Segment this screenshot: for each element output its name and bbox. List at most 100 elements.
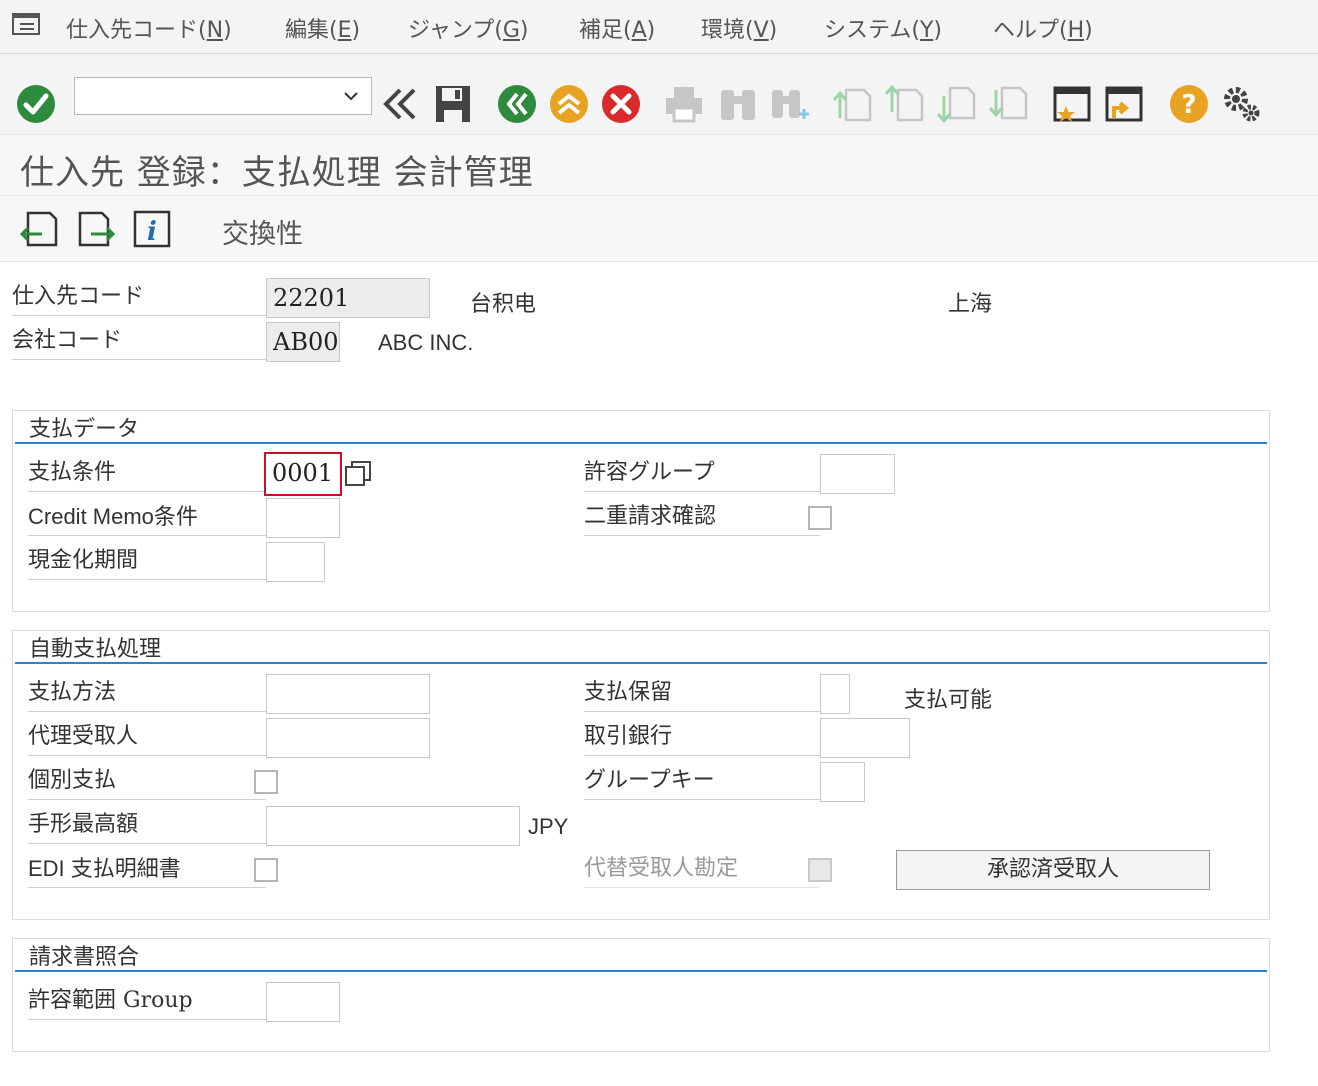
alt-payee-label: 代理受取人	[28, 722, 266, 756]
menu-end: )	[646, 18, 656, 43]
menu-system[interactable]: システム(Y)	[824, 12, 942, 44]
tolerance-field[interactable]	[266, 982, 340, 1022]
back-icon[interactable]	[497, 84, 537, 124]
alt-payee-doc-label: 代替受取人勘定	[584, 854, 820, 888]
menu-key: A	[631, 18, 647, 43]
credit-memo-label: Credit Memo条件	[28, 502, 266, 536]
title-bar: 仕入先 登録：支払処理 会計管理	[0, 134, 1318, 196]
menu-help[interactable]: ヘルプ(H)	[993, 12, 1093, 44]
company-field[interactable]: AB00	[266, 322, 340, 362]
command-field[interactable]	[74, 77, 372, 115]
menu-end: )	[351, 18, 361, 43]
exchange-button[interactable]: 交換性	[222, 212, 303, 251]
menu-list-icon[interactable]	[12, 12, 42, 36]
help-icon[interactable]: ?	[1169, 84, 1209, 124]
grouping-key-field[interactable]	[820, 762, 865, 802]
menu-environment[interactable]: 環境(V)	[701, 12, 777, 44]
previous-screen-icon[interactable]	[20, 210, 58, 248]
vendor-field[interactable]: 22201	[266, 278, 430, 318]
vendor-name: 台积电	[470, 292, 537, 317]
payment-block-field[interactable]	[820, 674, 850, 714]
menu-key: E	[337, 18, 352, 43]
menu-label: 編集(	[285, 18, 338, 43]
credit-memo-field[interactable]	[266, 498, 340, 538]
currency-label: JPY	[528, 814, 569, 839]
payment-block-text: 支払可能	[904, 688, 993, 713]
menu-end: )	[223, 18, 232, 43]
grouping-key-label: グループキー	[584, 766, 820, 800]
vendor-label: 仕入先コード	[12, 282, 266, 316]
tolerance-group-label: 許容グループ	[584, 458, 820, 492]
menu-key: G	[502, 18, 520, 43]
application-toolbar	[0, 196, 1318, 262]
menu-key: Y	[919, 18, 934, 43]
alt-payee-field[interactable]	[266, 718, 430, 758]
tolerance-group-field[interactable]	[820, 454, 895, 494]
svg-text:i: i	[147, 217, 157, 247]
company-label: 会社コード	[12, 326, 266, 360]
menu-end: )	[1084, 18, 1093, 43]
page-title: 仕入先 登録：支払処理 会計管理	[20, 153, 534, 193]
group-title: 支払データ	[29, 417, 140, 442]
permitted-payee-button[interactable]: 承認済受取人	[896, 850, 1210, 890]
print-icon[interactable]	[664, 84, 704, 124]
find-icon[interactable]	[718, 84, 758, 124]
menu-extras[interactable]: 補足(A)	[579, 12, 655, 44]
group-divider	[15, 662, 1267, 664]
settings-icon[interactable]	[1222, 84, 1262, 124]
group-divider	[15, 970, 1267, 972]
value-help-icon[interactable]	[344, 460, 372, 488]
menu-label: システム(	[824, 18, 920, 43]
cash-period-field[interactable]	[266, 542, 325, 582]
menu-edit[interactable]: 編集(E)	[285, 12, 360, 44]
group-title: 自動支払処理	[29, 637, 162, 662]
menu-label: ジャンプ(	[408, 18, 503, 43]
individual-payment-label: 個別支払	[28, 766, 266, 800]
menu-key: N	[206, 18, 224, 43]
next-page-icon[interactable]	[936, 84, 976, 124]
payment-block-label: 支払保留	[584, 678, 820, 712]
group-title: 請求書照合	[29, 945, 140, 970]
menu-end: )	[768, 18, 778, 43]
create-shortcut-icon[interactable]	[1104, 84, 1144, 124]
alt-payee-doc-checkbox	[808, 858, 832, 882]
exit-icon[interactable]	[549, 84, 589, 124]
menu-key: V	[753, 18, 769, 43]
first-page-icon[interactable]	[832, 84, 872, 124]
double-invoice-checkbox[interactable]	[808, 506, 832, 530]
house-bank-field[interactable]	[820, 718, 910, 758]
individual-payment-checkbox[interactable]	[254, 770, 278, 794]
chevron-down-icon[interactable]	[341, 84, 361, 108]
menu-label: 補足(	[579, 18, 632, 43]
cash-period-label: 現金化期間	[28, 546, 266, 580]
command-input[interactable]	[81, 78, 331, 112]
payment-method-field[interactable]	[266, 674, 430, 714]
tolerance-label-text: 許容範囲 Group	[28, 988, 193, 1013]
tolerance-label: 許容範囲 Group	[28, 986, 266, 1020]
double-invoice-label: 二重請求確認	[584, 502, 820, 536]
menu-vendor[interactable]: 仕入先コード(N)	[66, 12, 232, 44]
vendor-city: 上海	[948, 292, 993, 317]
payment-terms-label: 支払条件	[28, 458, 266, 492]
previous-page-icon[interactable]	[884, 84, 924, 124]
edi-label: EDI 支払明細書	[28, 854, 266, 888]
edi-checkbox[interactable]	[254, 858, 278, 882]
menu-jump[interactable]: ジャンプ(G)	[408, 12, 528, 44]
cancel-icon[interactable]	[601, 84, 641, 124]
payment-method-label: 支払方法	[28, 678, 266, 712]
create-session-icon[interactable]	[1052, 84, 1092, 124]
last-page-icon[interactable]	[988, 84, 1028, 124]
back-double-icon[interactable]	[380, 84, 420, 124]
info-icon[interactable]: i	[133, 210, 171, 248]
next-screen-icon[interactable]	[77, 210, 115, 248]
enter-icon[interactable]	[16, 84, 56, 124]
save-icon[interactable]	[433, 84, 473, 124]
menu-end: )	[933, 18, 942, 43]
svg-text:?: ?	[1181, 90, 1196, 120]
payment-terms-field[interactable]: 0001	[264, 452, 342, 496]
bill-max-field[interactable]	[266, 806, 520, 846]
menu-key: H	[1067, 18, 1085, 43]
menu-label: 仕入先コード(	[66, 18, 207, 43]
group-divider	[15, 442, 1267, 444]
find-next-icon[interactable]	[769, 84, 809, 124]
